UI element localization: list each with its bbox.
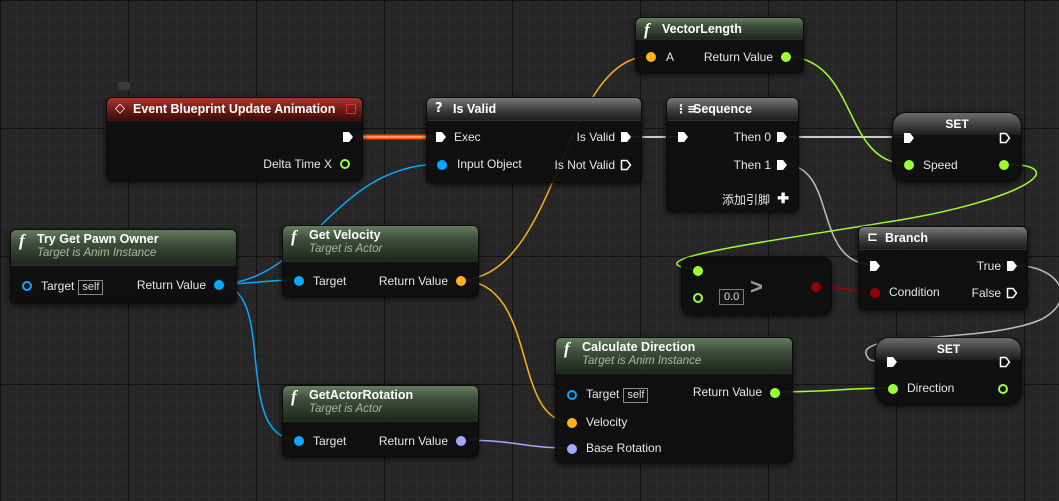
result-pin[interactable] — [811, 282, 821, 292]
self-box[interactable]: self — [623, 388, 649, 403]
exec-input-pin[interactable] — [869, 260, 881, 272]
then0-exec-pin[interactable] — [776, 131, 788, 143]
target-pin[interactable] — [567, 390, 577, 400]
exec-output-pin[interactable] — [342, 131, 354, 143]
condition-label: Condition — [889, 285, 940, 299]
function-icon: f — [291, 387, 297, 406]
function-header: f GetActorRotation Target is Actor — [283, 386, 478, 422]
speed-label: Speed — [923, 158, 958, 172]
get-actor-rotation-node[interactable]: f GetActorRotation Target is Actor Targe… — [282, 385, 479, 457]
target-label: Target self — [586, 387, 649, 403]
question-icon: ? — [435, 101, 443, 116]
return-value-label: Return Value — [378, 434, 448, 448]
direction-output-pin[interactable] — [998, 384, 1008, 394]
target-pin[interactable] — [294, 436, 304, 446]
exec-input-pin[interactable] — [886, 356, 898, 368]
is-valid-header: ? Is Valid — [427, 98, 641, 121]
b-value-box[interactable]: 0.0 — [719, 289, 745, 305]
try-get-pawn-owner-node[interactable]: f Try Get Pawn Owner Target is Anim Inst… — [10, 229, 237, 304]
exec-output-pin[interactable] — [999, 132, 1011, 144]
return-value-pin[interactable] — [456, 276, 466, 286]
return-value-pin[interactable] — [781, 52, 791, 62]
set-direction-node[interactable]: SET Direction — [875, 337, 1022, 405]
function-header: f Get Velocity Target is Actor — [283, 226, 478, 262]
base-rotation-pin[interactable] — [567, 444, 577, 454]
false-exec-pin[interactable] — [1006, 287, 1018, 299]
speed-output-pin[interactable] — [999, 160, 1009, 170]
float-wire-length-speed — [782, 55, 909, 165]
get-velocity-node[interactable]: f Get Velocity Target is Actor Target Re… — [282, 225, 479, 297]
add-pin-plus-icon[interactable]: ✚ — [777, 190, 789, 207]
branch-header: ⊏ Branch — [859, 227, 1027, 250]
event-update-node[interactable]: ◇ Event Blueprint Update Animation Delta… — [106, 97, 363, 181]
function-header: f Try Get Pawn Owner Target is Anim Inst… — [11, 230, 236, 266]
is-not-valid-exec-pin[interactable] — [620, 159, 632, 171]
target-label: Target self — [41, 279, 104, 295]
greater-compare-node[interactable]: 0.0 > — [681, 257, 832, 315]
then0-label: Then 0 — [733, 130, 771, 144]
is-valid-node[interactable]: ? Is Valid Exec Input Object Is Valid Is… — [426, 97, 642, 183]
function-header: f Calculate Direction Target is Anim Ins… — [556, 338, 792, 374]
is-not-valid-label: Is Not Valid — [554, 158, 615, 172]
event-header: ◇ Event Blueprint Update Animation — [107, 98, 362, 121]
exec-output-pin[interactable] — [999, 356, 1011, 368]
target-label: Target — [313, 274, 347, 288]
true-label: True — [976, 259, 1001, 273]
input-object-pin[interactable] — [437, 160, 447, 170]
return-value-label: Return Value — [136, 278, 206, 292]
a-pin[interactable] — [646, 52, 656, 62]
branch-node[interactable]: ⊏ Branch True Condition False — [858, 226, 1028, 310]
is-valid-exec-pin[interactable] — [620, 131, 632, 143]
base-rotation-label: Base Rotation — [586, 441, 662, 455]
velocity-pin[interactable] — [567, 418, 577, 428]
delta-time-label: Delta Time X — [263, 157, 332, 171]
set-speed-node[interactable]: SET Speed — [892, 112, 1022, 182]
a-input-pin[interactable] — [693, 266, 703, 276]
vector-length-node[interactable]: f VectorLength A Return Value — [635, 17, 804, 73]
return-value-label: Return Value — [692, 385, 762, 399]
return-value-pin[interactable] — [456, 436, 466, 446]
target-pin[interactable] — [294, 276, 304, 286]
exec-input-pin[interactable] — [435, 131, 447, 143]
exec-input-pin[interactable] — [903, 132, 915, 144]
function-icon: f — [564, 339, 570, 358]
input-object-label: Input Object — [457, 157, 522, 171]
exec-input-pin[interactable] — [677, 131, 689, 143]
condition-pin[interactable] — [870, 288, 880, 298]
then1-exec-pin[interactable] — [776, 159, 788, 171]
exec-label: Exec — [454, 130, 481, 144]
add-pin-label[interactable]: 添加引脚 — [722, 193, 770, 207]
direction-input-pin[interactable] — [888, 384, 898, 394]
true-exec-pin[interactable] — [1006, 260, 1018, 272]
sequence-node[interactable]: ⋮≡ Sequence Then 0 Then 1 添加引脚 ✚ — [666, 97, 799, 212]
target-label: Target — [313, 434, 347, 448]
return-value-label: Return Value — [703, 50, 773, 64]
function-icon: f — [644, 20, 650, 39]
a-label: A — [666, 50, 675, 64]
return-value-pin[interactable] — [770, 388, 780, 398]
velocity-label: Velocity — [586, 415, 628, 429]
b-input-pin[interactable] — [693, 293, 703, 303]
self-box[interactable]: self — [78, 280, 104, 295]
function-header: f VectorLength — [636, 18, 803, 40]
target-pin[interactable] — [22, 281, 32, 291]
direction-label: Direction — [907, 381, 955, 395]
sequence-header: ⋮≡ Sequence — [667, 98, 798, 121]
event-diamond-icon: ◇ — [115, 101, 125, 116]
calculate-direction-node[interactable]: f Calculate Direction Target is Anim Ins… — [555, 337, 793, 463]
is-valid-label: Is Valid — [576, 130, 615, 144]
event-options-icon[interactable] — [346, 104, 356, 114]
sequence-icon: ⋮≡ — [675, 102, 698, 116]
function-icon: f — [291, 227, 297, 246]
then1-label: Then 1 — [733, 158, 771, 172]
function-icon: f — [19, 231, 25, 250]
delta-time-pin[interactable] — [340, 159, 350, 169]
return-value-pin[interactable] — [214, 280, 224, 290]
speed-input-pin[interactable] — [904, 160, 914, 170]
return-value-label: Return Value — [378, 274, 448, 288]
greater-operator: > — [750, 274, 763, 299]
branch-icon: ⊏ — [867, 230, 878, 245]
false-label: False — [971, 286, 1001, 300]
